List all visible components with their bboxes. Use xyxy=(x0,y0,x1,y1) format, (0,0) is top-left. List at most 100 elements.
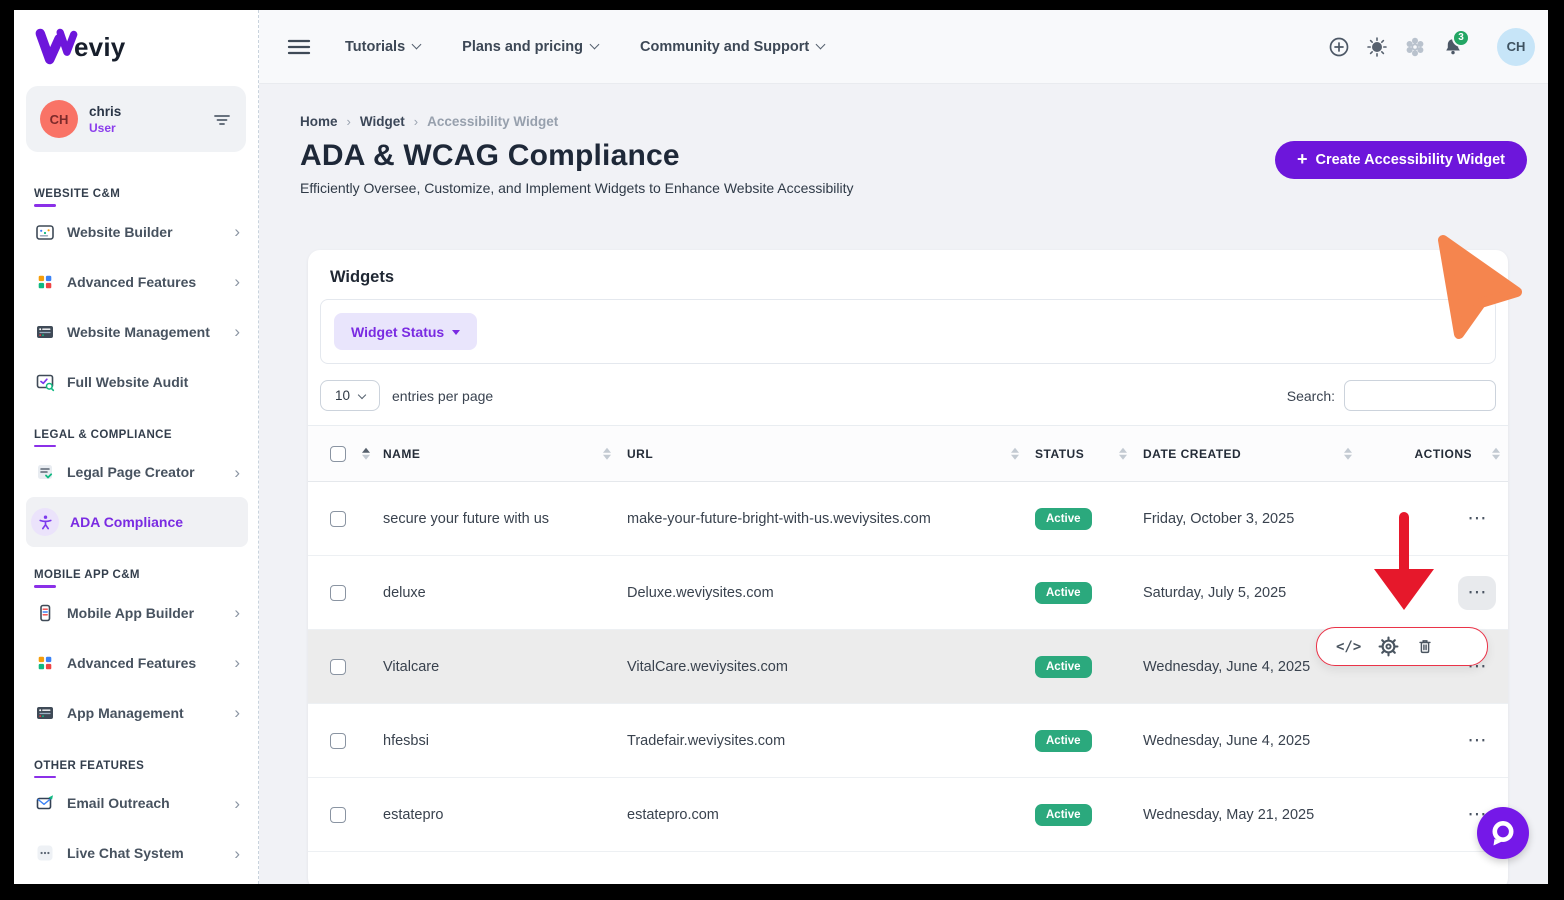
brand-logo[interactable]: eviy xyxy=(14,10,258,80)
row-checkbox[interactable] xyxy=(330,733,346,749)
column-header-url[interactable]: URL xyxy=(627,426,1035,482)
nav-community-and-support[interactable]: Community and Support xyxy=(640,39,824,55)
status-badge: Active xyxy=(1035,656,1092,678)
sort-icon[interactable] xyxy=(1492,447,1500,460)
column-header-actions[interactable]: ACTIONS xyxy=(1368,426,1508,482)
website-builder-icon xyxy=(34,221,56,243)
app-window: eviy CH chris User WEBSITE C&M Website B… xyxy=(14,10,1548,884)
breadcrumb-separator: › xyxy=(347,114,351,129)
gear-icon[interactable] xyxy=(1378,636,1399,657)
create-accessibility-widget-button[interactable]: + Create Accessibility Widget xyxy=(1275,141,1527,179)
sidebar: eviy CH chris User WEBSITE C&M Website B… xyxy=(14,10,259,884)
status-badge: Active xyxy=(1035,508,1092,530)
embed-code-icon[interactable]: </> xyxy=(1336,639,1361,655)
sort-icon[interactable] xyxy=(1344,447,1352,460)
sidebar-item-ada-compliance[interactable]: ADA Compliance xyxy=(26,497,248,547)
breadcrumb-widget[interactable]: Widget xyxy=(360,114,405,129)
sidebar-item-website-builder[interactable]: Website Builder › xyxy=(34,207,240,257)
cell-url: VitalCare.weviysites.com xyxy=(627,630,1035,704)
section-title-legal-compliance: LEGAL & COMPLIANCE xyxy=(34,429,240,448)
widget-status-dropdown[interactable]: Widget Status xyxy=(334,313,477,350)
sidebar-item-legal-page-creator[interactable]: Legal Page Creator › xyxy=(34,447,240,497)
table-row[interactable]: estatepro estatepro.com Active Wednesday… xyxy=(308,778,1508,852)
row-checkbox[interactable] xyxy=(330,807,346,823)
sidebar-item-advanced-features-mobile[interactable]: Advanced Features › xyxy=(34,638,240,688)
table-row[interactable]: secure your future with us make-your-fut… xyxy=(308,482,1508,556)
nav-tutorials[interactable]: Tutorials xyxy=(345,39,420,55)
row-checkbox[interactable] xyxy=(330,659,346,675)
row-checkbox[interactable] xyxy=(330,511,346,527)
user-role: User xyxy=(89,121,212,135)
user-name: chris xyxy=(89,104,212,119)
theme-brightness-icon[interactable] xyxy=(1365,35,1389,59)
sidebar-item-email-outreach[interactable]: Email Outreach › xyxy=(34,778,240,828)
filter-icon[interactable] xyxy=(212,109,232,129)
row-actions-menu-button[interactable]: ⋯ xyxy=(1458,576,1496,610)
column-header-date-created[interactable]: DATE CREATED xyxy=(1143,426,1368,482)
widget-table-body: secure your future with us make-your-fut… xyxy=(308,482,1508,852)
section-title-other-features: OTHER FEATURES xyxy=(34,760,240,779)
column-header-name[interactable]: NAME xyxy=(383,426,627,482)
top-navbar: Tutorials Plans and pricing Community an… xyxy=(259,10,1548,84)
search-input[interactable] xyxy=(1344,380,1496,411)
row-checkbox[interactable] xyxy=(330,585,346,601)
avatar: CH xyxy=(40,100,78,138)
user-card[interactable]: CH chris User xyxy=(26,86,246,152)
nav-plans-and-pricing[interactable]: Plans and pricing xyxy=(462,39,598,55)
trash-icon[interactable] xyxy=(1416,637,1434,656)
sidebar-item-mobile-app-builder[interactable]: Mobile App Builder › xyxy=(34,588,240,638)
user-avatar[interactable]: CH xyxy=(1497,28,1535,66)
cell-status: Active xyxy=(1035,630,1143,704)
add-circle-icon[interactable] xyxy=(1327,35,1351,59)
sidebar-item-live-chat-system[interactable]: Live Chat System › xyxy=(34,828,240,878)
status-badge: Active xyxy=(1035,582,1092,604)
hamburger-menu-icon[interactable] xyxy=(287,38,311,56)
chevron-right-icon: › xyxy=(234,223,240,240)
settings-flower-icon[interactable] xyxy=(1403,35,1427,59)
entries-per-page-select[interactable]: 10 xyxy=(320,380,380,411)
status-badge: Active xyxy=(1035,730,1092,752)
row-actions-menu-button[interactable]: ⋯ xyxy=(1458,502,1496,536)
sidebar-item-app-management[interactable]: App Management › xyxy=(34,688,240,738)
notifications-bell-icon[interactable]: 3 xyxy=(1441,35,1465,59)
sort-icon[interactable] xyxy=(1011,447,1019,460)
chevron-down-icon xyxy=(590,40,600,50)
row-actions-menu-button[interactable]: ⋯ xyxy=(1458,724,1496,758)
sort-icon[interactable] xyxy=(603,447,611,460)
caret-down-icon xyxy=(452,330,460,335)
chat-bubble-icon xyxy=(1488,818,1518,848)
sort-icon[interactable] xyxy=(1119,447,1127,460)
legal-page-creator-icon xyxy=(34,461,56,483)
breadcrumb-separator: › xyxy=(414,114,418,129)
live-chat-bubble-button[interactable] xyxy=(1477,807,1529,859)
sort-icon[interactable] xyxy=(362,447,370,460)
page-content: Home › Widget › Accessibility Widget ADA… xyxy=(259,84,1548,884)
chevron-down-icon xyxy=(358,390,366,398)
cell-name: secure your future with us xyxy=(383,482,627,556)
column-header-status[interactable]: STATUS xyxy=(1035,426,1143,482)
cell-url: estatepro.com xyxy=(627,778,1035,852)
chevron-right-icon: › xyxy=(234,654,240,671)
accessibility-icon xyxy=(31,508,59,536)
brand-wordmark: eviy xyxy=(74,32,125,63)
table-row[interactable]: deluxe Deluxe.weviysites.com Active Satu… xyxy=(308,556,1508,630)
widgets-heading: Widgets xyxy=(330,268,1496,287)
select-all-checkbox[interactable] xyxy=(330,446,346,462)
page-title: ADA & WCAG Compliance xyxy=(300,139,854,173)
live-chat-icon xyxy=(34,842,56,864)
sidebar-item-advanced-features[interactable]: Advanced Features › xyxy=(34,257,240,307)
sidebar-item-website-management[interactable]: Website Management › xyxy=(34,307,240,357)
cell-name: Vitalcare xyxy=(383,630,627,704)
main-area: Tutorials Plans and pricing Community an… xyxy=(259,10,1548,884)
cell-status: Active xyxy=(1035,556,1143,630)
sidebar-item-full-website-audit[interactable]: Full Website Audit xyxy=(34,357,240,407)
cell-actions: ⋯ xyxy=(1368,482,1508,556)
breadcrumb-home[interactable]: Home xyxy=(300,114,338,129)
cell-date-created: Saturday, July 5, 2025 xyxy=(1143,556,1368,630)
section-title-mobile-app-cm: MOBILE APP C&M xyxy=(34,569,240,588)
cell-url: Tradefair.weviysites.com xyxy=(627,704,1035,778)
website-management-icon xyxy=(34,321,56,343)
chevron-right-icon: › xyxy=(234,704,240,721)
table-row[interactable]: hfesbsi Tradefair.weviysites.com Active … xyxy=(308,704,1508,778)
cell-status: Active xyxy=(1035,778,1143,852)
